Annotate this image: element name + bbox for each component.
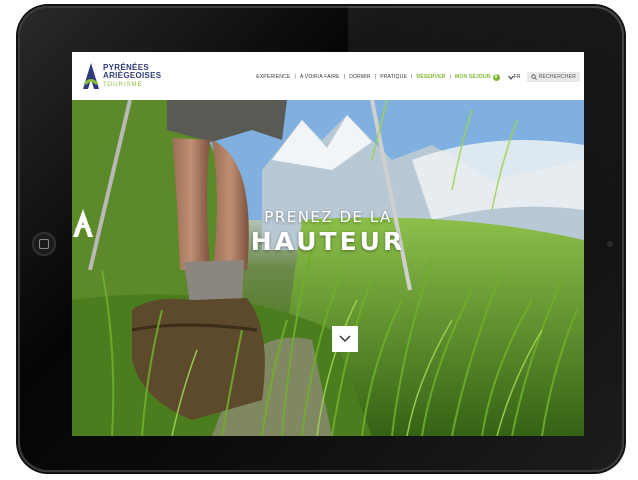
hero-title: HAUTEUR (250, 227, 406, 256)
hero-logo-icon (73, 209, 93, 237)
sejour-count-badge: 0 (492, 73, 500, 81)
website-screen: PYRÉNÉES ARIÈGEOISES TOURISME EXPERIENCE… (72, 52, 584, 436)
site-logo[interactable]: PYRÉNÉES ARIÈGEOISES TOURISME (82, 62, 162, 92)
search-icon (531, 74, 537, 80)
scroll-down-button[interactable] (332, 326, 358, 352)
hero-background-photo (72, 100, 584, 436)
search-button[interactable]: RECHERCHER (526, 72, 580, 82)
nav-experience[interactable]: EXPERIENCE (252, 74, 294, 80)
nav-mon-sejour-label: MON SÉJOUR (455, 73, 491, 80)
nav-a-voir-a-faire[interactable]: A VOIR/A FAIRE (296, 74, 344, 80)
chevron-down-icon (339, 335, 351, 343)
logo-line-3: TOURISME (103, 82, 143, 88)
hero-subtitle: PRENEZ DE LA (264, 208, 392, 226)
search-label: RECHERCHER (538, 74, 576, 80)
logo-mark-icon (83, 63, 99, 89)
main-nav: EXPERIENCE | A VOIR/A FAIRE | DORMIR | P… (252, 72, 580, 82)
language-label: FR (513, 74, 521, 80)
logo-line-2: ARIÈGEOISES (103, 71, 162, 80)
nav-pratique[interactable]: PRATIQUE (376, 74, 411, 80)
nav-dormir[interactable]: DORMIR (345, 74, 374, 80)
hero-text-block: PRENEZ DE LA HAUTEUR (72, 208, 584, 256)
home-button[interactable] (32, 232, 56, 256)
camera-dot (607, 241, 613, 247)
hero-banner: PRENEZ DE LA HAUTEUR (72, 100, 584, 436)
language-selector[interactable]: FR (504, 74, 525, 80)
nav-reserver[interactable]: RÉSERVER (412, 74, 449, 80)
site-header: PYRÉNÉES ARIÈGEOISES TOURISME EXPERIENCE… (72, 52, 584, 100)
nav-mon-sejour[interactable]: MON SÉJOUR 0 (451, 73, 504, 81)
